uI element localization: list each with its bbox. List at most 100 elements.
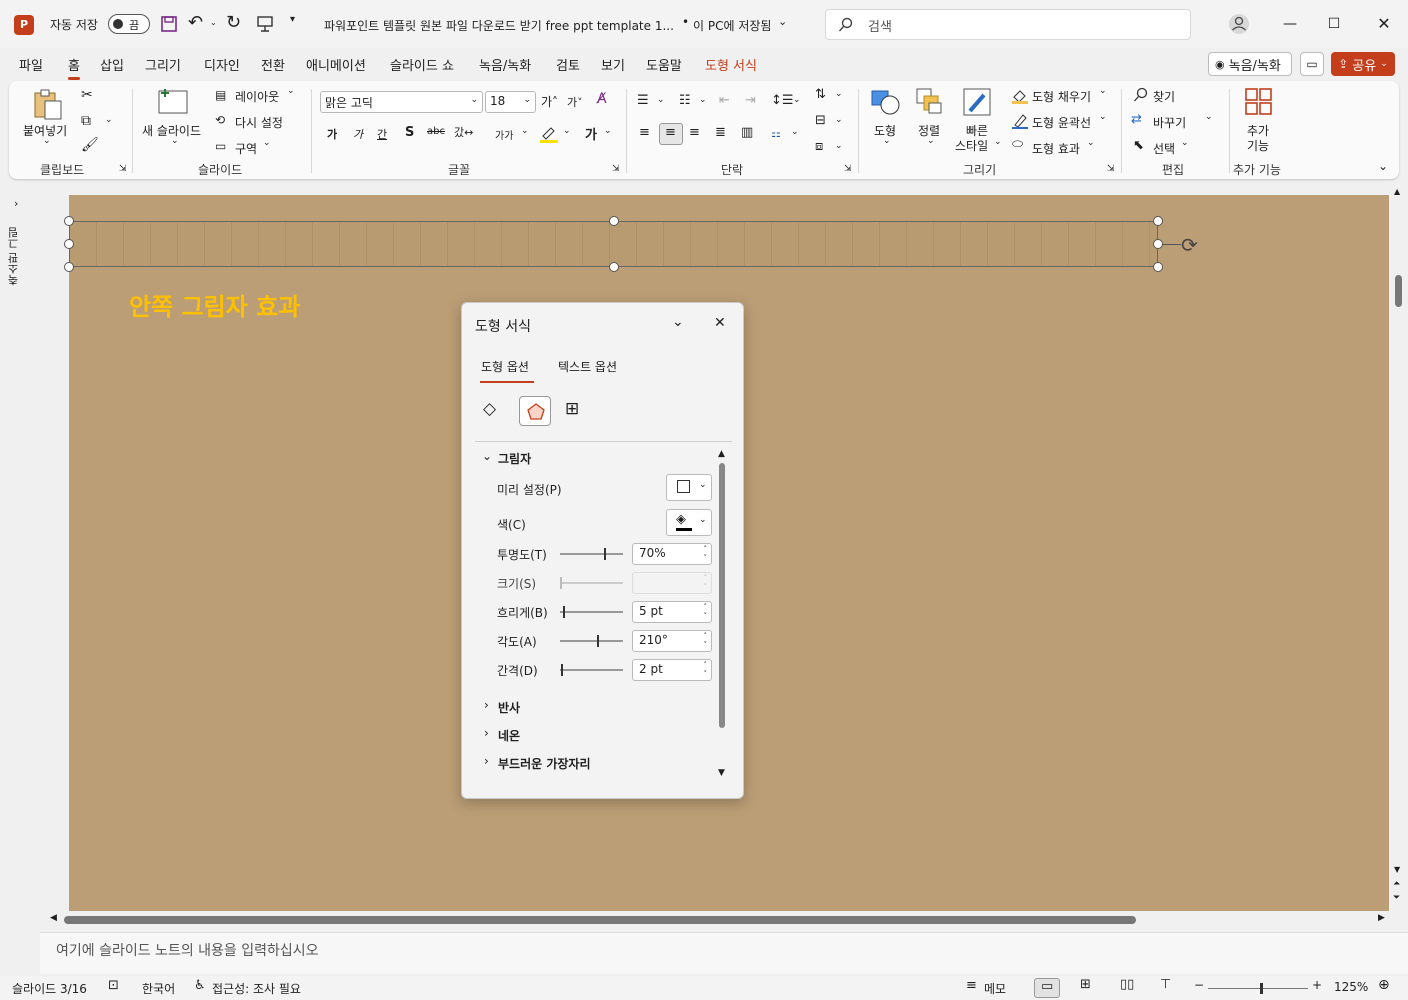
section-icon[interactable]: ▭ — [215, 139, 226, 153]
spin-arrows-icon[interactable]: ˄ ˅ — [704, 661, 708, 679]
layout-icon[interactable]: ▤ — [215, 88, 226, 102]
copy-dropdown-icon[interactable]: ⌄ — [105, 115, 113, 125]
font-color-dropdown-icon[interactable]: ⌄ — [604, 126, 612, 136]
paragraph-launcher-icon[interactable]: ⇲ — [844, 164, 852, 174]
find-icon[interactable] — [1133, 87, 1149, 103]
angle-input[interactable]: 210° ˄ ˅ — [632, 630, 712, 652]
shape-fill-dropdown-icon[interactable]: ⌄ — [1099, 86, 1107, 96]
autosave-toggle[interactable]: 끔 — [108, 14, 150, 34]
scrollbar-thumb[interactable] — [64, 916, 1136, 924]
slider-thumb[interactable] — [563, 606, 565, 618]
tab-text-options[interactable]: 텍스트 옵션 — [558, 358, 617, 375]
find-label[interactable]: 찾기 — [1153, 88, 1175, 105]
tab-shape-format[interactable]: 도형 서식 — [705, 55, 757, 74]
scroll-up-icon[interactable]: ▲ — [1394, 187, 1400, 196]
glow-section-header[interactable]: 네온 — [498, 727, 520, 744]
fill-line-icon[interactable]: ◇ — [483, 399, 496, 419]
decrease-indent-icon[interactable]: ⇤ — [719, 93, 730, 108]
close-pane-icon[interactable]: ✕ — [714, 315, 726, 331]
customize-qat-icon[interactable]: ▾ — [290, 14, 295, 25]
zoom-in-icon[interactable]: + — [1312, 978, 1322, 992]
language-label[interactable]: 한국어 — [142, 980, 175, 997]
transparency-input[interactable]: 70% ˄ ˅ — [632, 543, 712, 565]
chevron-right-icon[interactable]: › — [484, 698, 489, 712]
quick-styles-icon[interactable] — [962, 87, 994, 119]
align-text-dropdown-icon[interactable]: ⌄ — [835, 115, 843, 125]
smartart-dropdown-icon[interactable]: ⌄ — [791, 127, 799, 137]
section-label[interactable]: 구역 — [235, 140, 257, 157]
shape-fill-label[interactable]: 도형 채우기 — [1032, 88, 1091, 105]
highlight-dropdown-icon[interactable]: ⌄ — [563, 126, 571, 136]
change-case-dropdown-icon[interactable]: ⌄ — [521, 126, 529, 136]
font-color-icon[interactable]: 가 — [585, 124, 597, 143]
shrink-font-icon[interactable]: 가˅ — [567, 94, 583, 110]
shape-outline-label[interactable]: 도형 윤곽선 — [1032, 114, 1091, 131]
reset-icon[interactable]: ⟲ — [215, 113, 225, 127]
normal-view-button[interactable]: ▭ — [1034, 978, 1060, 998]
columns-icon[interactable]: ▥ — [741, 125, 753, 140]
chevron-right-icon[interactable]: › — [484, 726, 489, 740]
drawing-launcher-icon[interactable]: ⇲ — [1107, 164, 1115, 174]
scroll-right-icon[interactable]: ▶ — [1378, 913, 1385, 923]
soft-edges-section-header[interactable]: 부드러운 가장자리 — [498, 755, 591, 772]
next-slide-icon[interactable]: ⏷ — [1393, 893, 1400, 903]
tab-slideshow[interactable]: 슬라이드 쇼 — [390, 55, 454, 74]
quick-styles-dropdown-icon[interactable]: ⌄ — [994, 137, 1002, 147]
transparency-slider[interactable] — [560, 548, 623, 560]
align-center-button[interactable]: ≡ — [659, 123, 683, 145]
tab-transitions[interactable]: 전환 — [261, 55, 285, 74]
selected-shape[interactable] — [69, 221, 1158, 267]
slider-thumb[interactable] — [604, 548, 606, 560]
resize-handle[interactable] — [64, 239, 74, 249]
pane-options-chevron-icon[interactable]: ⌄ — [672, 314, 684, 330]
previous-slide-icon[interactable]: ⏶ — [1393, 879, 1400, 889]
slide-sorter-icon[interactable]: ⊞ — [1080, 977, 1091, 992]
replace-dropdown-icon[interactable]: ⌄ — [1205, 112, 1213, 122]
new-slide-icon[interactable] — [156, 87, 190, 117]
shapes-dropdown-icon[interactable]: ⌄ — [883, 136, 891, 146]
slider-thumb[interactable] — [597, 635, 599, 647]
save-icon[interactable] — [160, 15, 178, 33]
text-direction-dropdown-icon[interactable]: ⌄ — [835, 89, 843, 99]
tab-record[interactable]: 녹음/녹화 — [479, 55, 531, 74]
zoom-slider-thumb[interactable] — [1260, 983, 1263, 994]
resize-handle[interactable] — [1153, 262, 1163, 272]
smartart-icon[interactable]: ⚏ — [771, 127, 781, 140]
strikethrough-icon[interactable]: abc — [427, 126, 445, 137]
format-painter-icon[interactable]: 🖌 — [81, 137, 99, 153]
comments-button[interactable]: ▭ — [1300, 52, 1324, 76]
tab-home[interactable]: 홈 — [68, 55, 80, 80]
close-window-icon[interactable]: ✕ — [1372, 12, 1396, 36]
arrange-dropdown-icon[interactable]: ⌄ — [927, 136, 935, 146]
chevron-right-icon[interactable]: › — [484, 754, 489, 768]
present-icon[interactable] — [256, 15, 274, 33]
tab-file[interactable]: 파일 — [19, 55, 43, 74]
resize-handle[interactable] — [609, 216, 619, 226]
preset-dropdown[interactable]: ⌄ — [666, 474, 712, 501]
resize-handle[interactable] — [1153, 239, 1163, 249]
rotate-handle-icon[interactable]: ⟳ — [1181, 233, 1198, 257]
accessibility-status[interactable]: 접근성: 조사 필요 — [212, 980, 301, 997]
slideshow-view-icon[interactable]: ⊤ — [1160, 977, 1171, 992]
layout-dropdown-icon[interactable]: ⌄ — [287, 86, 295, 96]
resize-handle[interactable] — [609, 262, 619, 272]
increase-indent-icon[interactable]: ⇥ — [745, 93, 756, 108]
zoom-out-icon[interactable]: − — [1194, 978, 1204, 992]
scroll-down-icon[interactable]: ▼ — [718, 768, 725, 778]
resize-handle[interactable] — [64, 216, 74, 226]
slide-title-text[interactable]: 안쪽 그림자 효과 — [129, 287, 300, 322]
addins-label-2[interactable]: 기능 — [1247, 137, 1269, 154]
resize-handle[interactable] — [1153, 216, 1163, 226]
tab-view[interactable]: 보기 — [601, 55, 625, 74]
bullets-dropdown-icon[interactable]: ⌄ — [657, 95, 665, 105]
shape-effects-dropdown-icon[interactable]: ⌄ — [1087, 138, 1095, 148]
tab-design[interactable]: 디자인 — [204, 55, 240, 74]
angle-slider[interactable] — [560, 635, 623, 647]
chevron-down-icon[interactable]: ⌄ — [778, 15, 787, 28]
clear-formatting-icon[interactable]: A̸ — [597, 91, 607, 107]
save-location[interactable]: 이 PC에 저장됨 — [693, 17, 771, 34]
cut-icon[interactable]: ✂ — [81, 87, 93, 103]
section-dropdown-icon[interactable]: ⌄ — [263, 138, 271, 148]
font-size-combobox[interactable]: 18 ⌄ — [485, 91, 536, 113]
reading-view-icon[interactable]: ▯▯ — [1120, 977, 1134, 992]
